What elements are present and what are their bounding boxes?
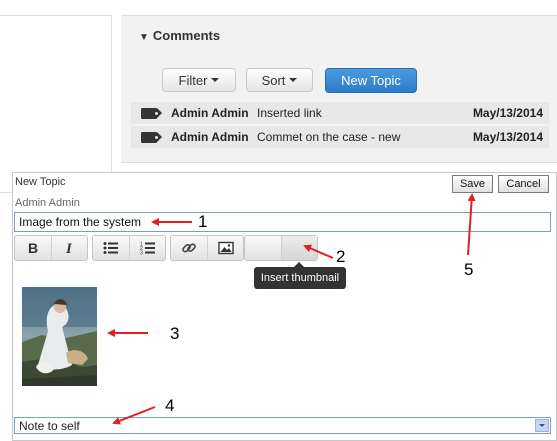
comment-author: Admin Admin	[171, 130, 249, 144]
insert-thumbnail-tooltip: Insert thumbnail	[254, 262, 346, 289]
left-panel	[0, 15, 112, 193]
topic-type-select[interactable]: Note to self	[14, 417, 551, 434]
comment-text: Inserted link	[257, 106, 322, 120]
insert-thumbnail-button[interactable]	[281, 236, 317, 260]
image-icon	[217, 241, 234, 255]
comment-row[interactable]: Admin Admin Commet on the case - new May…	[131, 126, 549, 148]
annotation-number-5: 5	[464, 260, 474, 279]
svg-text:I: I	[65, 241, 73, 255]
annotation-number-3: 3	[170, 324, 180, 343]
annotation-number-1: 1	[198, 212, 208, 231]
tag-icon	[141, 131, 162, 143]
topic-title-input[interactable]	[14, 212, 551, 232]
list-group: 1 2 3	[92, 235, 166, 261]
numbered-list-icon: 1 2 3	[140, 242, 155, 256]
link-button[interactable]	[171, 236, 207, 260]
inserted-thumbnail-image[interactable]	[22, 287, 97, 386]
bullet-list-icon	[103, 242, 118, 254]
new-topic-button-label: New Topic	[341, 73, 401, 88]
image-button[interactable]	[207, 236, 243, 260]
new-topic-button[interactable]: New Topic	[325, 68, 417, 93]
comment-date: May/13/2014	[472, 130, 543, 144]
caret-down-icon	[211, 78, 220, 82]
sort-button[interactable]: Sort	[246, 68, 313, 92]
insert-group	[170, 235, 244, 261]
comment-row[interactable]: Admin Admin Inserted link May/13/2014	[131, 102, 549, 124]
format-group: B I	[14, 235, 88, 261]
comments-title: Comments	[152, 28, 221, 43]
dropdown-arrow-icon[interactable]	[535, 419, 549, 432]
blank-button[interactable]	[245, 236, 281, 260]
annotation-number-4: 4	[165, 396, 175, 415]
bold-button[interactable]: B	[15, 236, 51, 260]
bold-icon: B	[28, 241, 38, 255]
filter-button[interactable]: Filter	[162, 68, 236, 92]
collapse-triangle-icon: ▼	[139, 32, 149, 43]
link-icon	[182, 243, 196, 253]
filter-label: Filter	[178, 72, 208, 88]
comment-text: Commet on the case - new	[257, 130, 401, 144]
numbered-list-button[interactable]: 1 2 3	[129, 236, 165, 260]
sort-label: Sort	[261, 72, 286, 88]
svg-text:3: 3	[140, 251, 143, 256]
thumbnail-group	[244, 235, 318, 261]
select-value: Note to self	[19, 418, 80, 433]
caret-down-icon	[289, 78, 298, 82]
editor-toolbar: B I 1 2 3	[14, 235, 551, 263]
comment-author: Admin Admin	[171, 106, 249, 120]
cancel-button[interactable]: Cancel	[498, 175, 549, 193]
save-button[interactable]: Save	[452, 175, 493, 193]
italic-icon: I	[65, 241, 73, 255]
svg-text:B: B	[28, 241, 38, 255]
annotation-number-2: 2	[336, 247, 346, 266]
bullet-list-button[interactable]	[93, 236, 129, 260]
topic-author: Admin Admin	[15, 197, 80, 209]
comments-header[interactable]: ▼ Comments	[139, 28, 220, 43]
italic-button[interactable]: I	[51, 236, 87, 260]
comment-date: May/13/2014	[472, 106, 543, 120]
tag-icon	[141, 107, 162, 119]
new-topic-label: New Topic	[15, 176, 66, 188]
